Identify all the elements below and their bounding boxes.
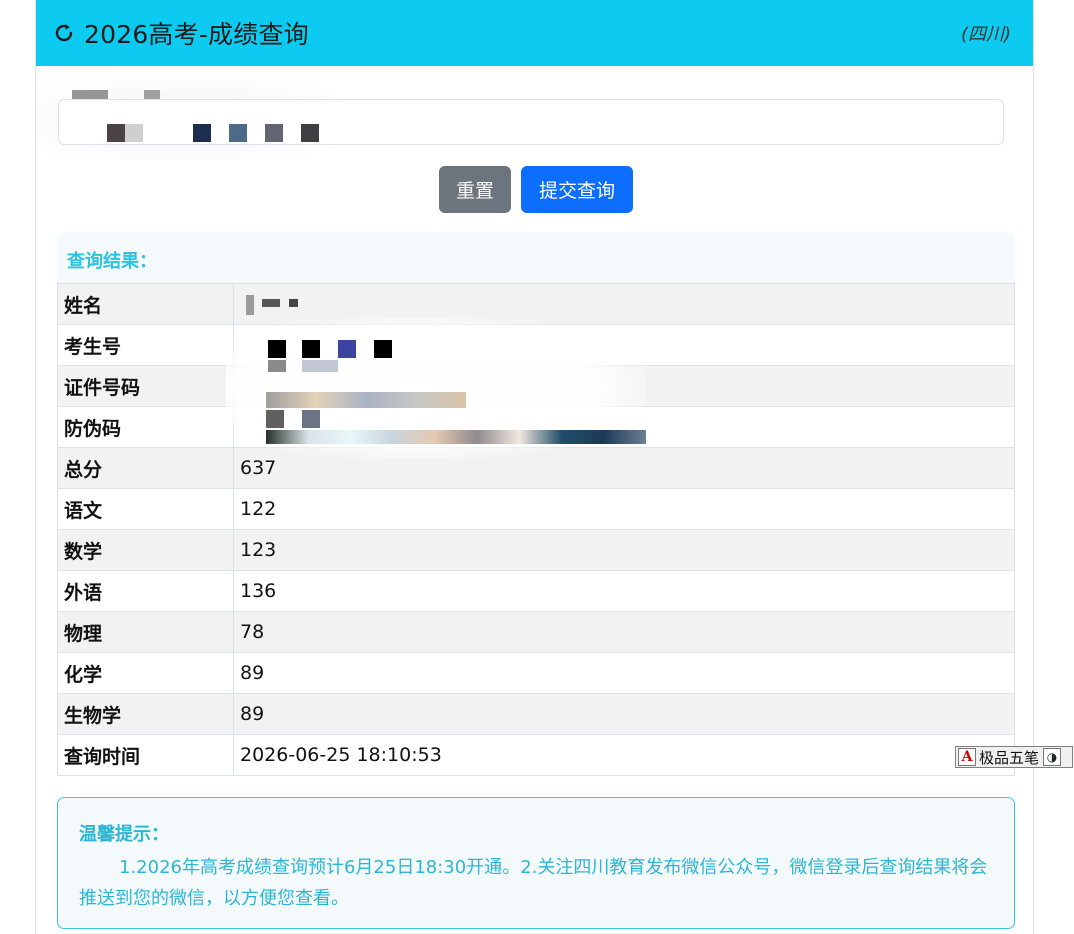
tips-box: 温馨提示： 1.2026年高考成绩查询预计6月25日18:30开通。2.关注四川… [57,797,1015,929]
exam-number-input[interactable] [58,99,1004,145]
page-container: 2026高考-成绩查询 (四川) 重置 提交查询 查询结果： 姓名 考生号 证件号码… [35,0,1034,934]
result-row-value: 122 [233,488,1015,530]
result-row-label: 化学 [57,652,234,694]
tips-body: 1.2026年高考成绩查询预计6月25日18:30开通。2.关注四川教育发布微信… [79,857,988,909]
tips-title: 温馨提示： [79,824,169,845]
page-title: 2026高考-成绩查询 [84,20,309,49]
page-header: 2026高考-成绩查询 (四川) [36,0,1033,66]
result-row-label: 姓名 [57,283,234,325]
result-row-label: 证件号码 [57,365,234,407]
result-row: 物理 78 [57,611,1015,653]
result-row-value: 89 [233,652,1015,694]
result-row-label: 生物学 [57,693,234,735]
redacted-name [246,295,254,315]
result-row-label: 防伪码 [57,406,234,448]
result-row-label: 外语 [57,570,234,612]
redacted-name-3 [289,299,298,307]
result-row: 数学 123 [57,529,1015,571]
result-row: 化学 89 [57,652,1015,694]
result-row: 外语 136 [57,570,1015,612]
result-row-label: 物理 [57,611,234,653]
ime-toolbar[interactable]: A 极品五笔 ◑ [955,746,1073,768]
reset-button[interactable]: 重置 [439,166,511,213]
half-moon-icon[interactable]: ◑ [1043,748,1062,766]
result-row-value: 123 [233,529,1015,571]
redacted-name-2 [262,299,280,307]
result-row-label: 数学 [57,529,234,571]
result-row-label: 考生号 [57,324,234,366]
result-row-label: 语文 [57,488,234,530]
result-row-value: 89 [233,693,1015,735]
result-row-value: 78 [233,611,1015,653]
result-heading: 查询结果： [67,251,157,272]
ime-a-icon[interactable]: A [958,748,976,766]
result-row-value: 136 [233,570,1015,612]
province-label: (四川) [960,24,1011,45]
result-row: 生物学 89 [57,693,1015,735]
result-row: 语文 122 [57,488,1015,530]
result-row-value: 2026-06-25 18:10:53 [233,734,1015,776]
result-row-label: 查询时间 [57,734,234,776]
refresh-icon[interactable] [50,19,78,47]
result-row-label: 总分 [57,447,234,489]
ime-name: 极品五笔 [979,748,1040,767]
result-row: 查询时间 2026-06-25 18:10:53 [57,734,1015,776]
redaction-overlay [226,318,646,458]
submit-query-button[interactable]: 提交查询 [521,166,633,213]
result-header: 查询结果： [57,233,1015,283]
